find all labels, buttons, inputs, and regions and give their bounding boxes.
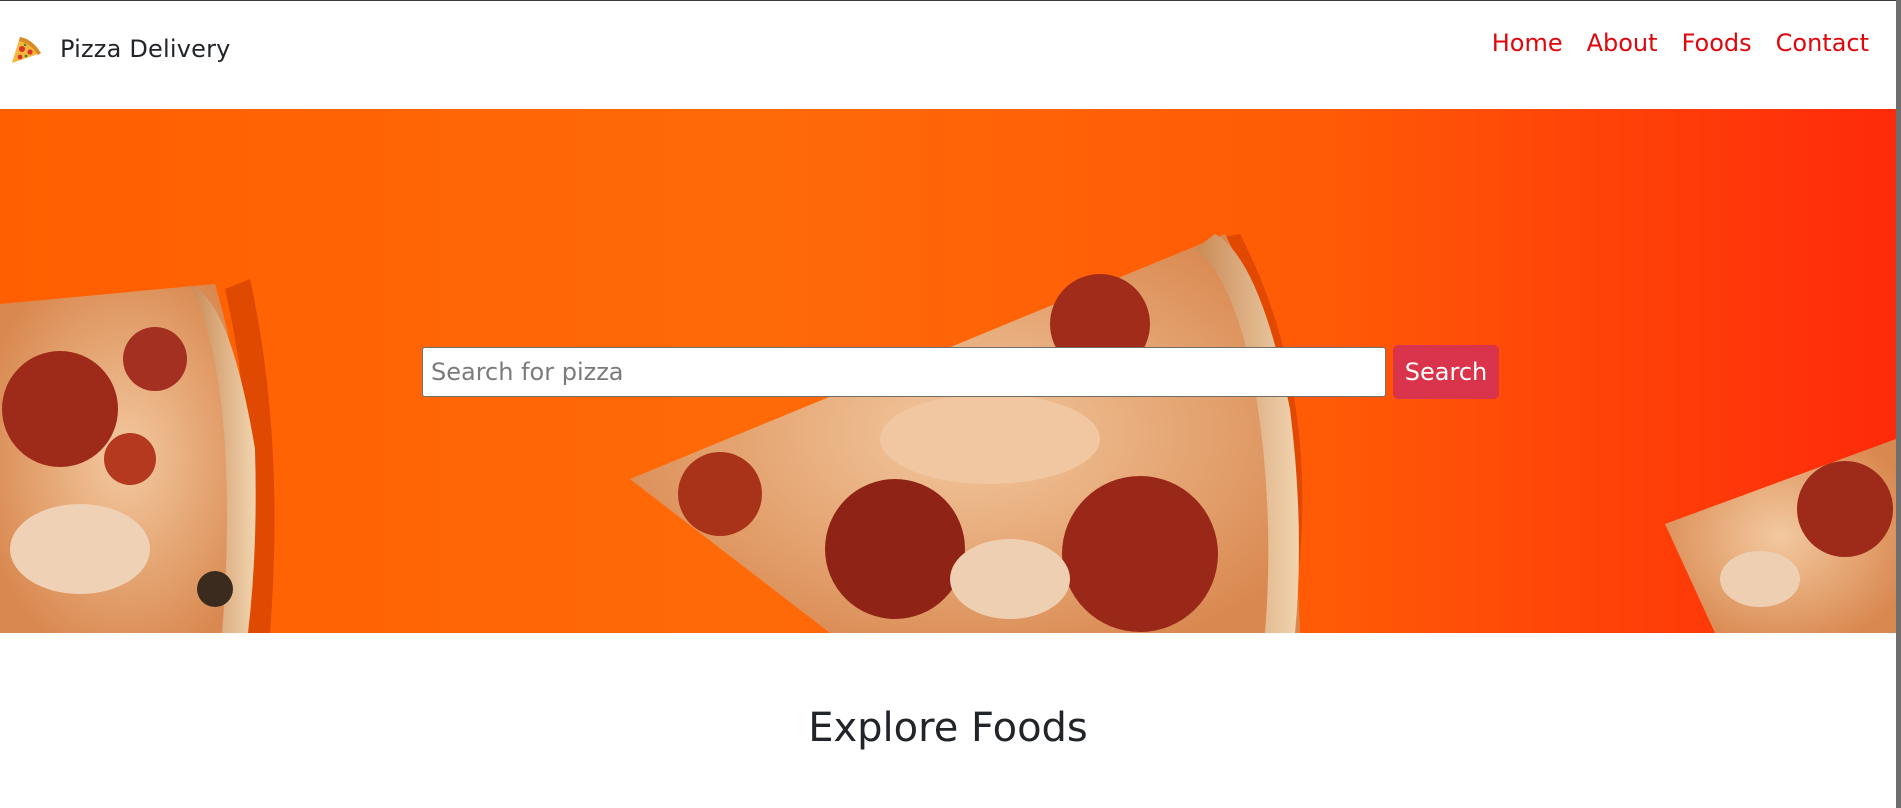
page: Pizza Delivery Home About Foods Contact	[0, 0, 1901, 808]
search-input[interactable]	[422, 347, 1386, 397]
nav-link-foods[interactable]: Foods	[1682, 29, 1752, 57]
page-scrollbar[interactable]	[1896, 0, 1901, 808]
brand-name: Pizza Delivery	[60, 35, 231, 63]
nav-link-about[interactable]: About	[1587, 29, 1658, 57]
navbar: Pizza Delivery Home About Foods Contact	[0, 1, 1896, 109]
pizza-slice-icon	[8, 31, 44, 67]
explore-foods-heading: Explore Foods	[808, 705, 1088, 751]
brand-link[interactable]: Pizza Delivery	[8, 31, 231, 67]
search-form: Search	[422, 345, 1499, 399]
search-button[interactable]: Search	[1393, 345, 1499, 399]
nav-links: Home About Foods Contact	[1468, 29, 1869, 57]
hero-banner: Search	[0, 109, 1896, 633]
nav-link-home[interactable]: Home	[1492, 29, 1563, 57]
nav-link-contact[interactable]: Contact	[1776, 29, 1869, 57]
scrollbar-thumb[interactable]	[1896, 0, 1901, 808]
